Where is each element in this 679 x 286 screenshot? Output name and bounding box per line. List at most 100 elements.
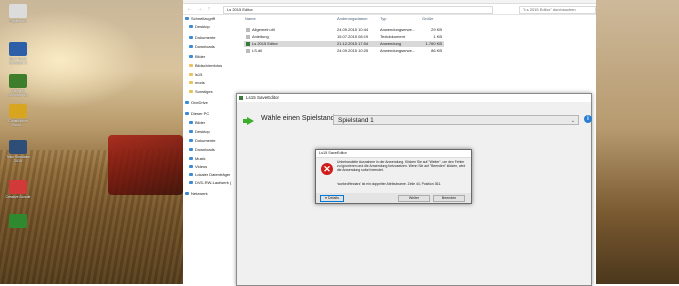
nav-item-pc-desktop[interactable]: Desktop xyxy=(189,129,210,134)
farming-sim-icon xyxy=(9,74,27,88)
desktop-icon-label: Euro Truck Simulator 2 xyxy=(9,57,27,65)
desktop-icon-label: Farming Simulator 15 xyxy=(8,89,28,97)
desktop-icon-recycle-bin[interactable]: Papierkorb xyxy=(4,4,32,23)
file-date: 24.09.2015 10:25 xyxy=(337,48,369,53)
info-icon[interactable]: i xyxy=(584,115,592,123)
file-type: Textdokument xyxy=(380,34,405,39)
file-name: Allgemein.dll xyxy=(252,27,275,32)
nav-item-pc-pictures[interactable]: Bilder xyxy=(189,120,205,125)
file-size: 1 KB xyxy=(433,34,442,39)
creative-bundle-icon xyxy=(9,180,27,194)
error-detail: 'workedHectars' ist ein doppelter Attrib… xyxy=(337,182,442,186)
nav-item-pc-downloads[interactable]: Downloads xyxy=(189,147,215,152)
desktop-icon xyxy=(189,25,193,29)
error-dialog: Ls15 SaveEditor ✕ Unbehandelte Ausnahme … xyxy=(315,149,472,204)
quit-button[interactable]: Beenden xyxy=(433,195,465,202)
nav-item-misc[interactable]: Sonstiges xyxy=(189,89,213,94)
column-header-type[interactable]: Typ xyxy=(380,16,386,21)
address-path[interactable]: Ls 2015 Editor xyxy=(223,6,493,14)
exe-file-icon xyxy=(246,42,250,46)
harvester-image xyxy=(108,135,183,195)
desktop-icon-creative-bundle[interactable]: Creative Bundle xyxy=(4,180,32,199)
folder-icon xyxy=(189,64,193,68)
file-name: Anleitung xyxy=(252,34,269,39)
nav-buttons[interactable]: ← → ↑ xyxy=(187,6,212,12)
euro-truck-icon xyxy=(9,42,27,56)
nav-item-onedrive[interactable]: OneDrive xyxy=(185,100,208,105)
file-row[interactable]: Anleitung 15.07.2015 08:19 Textdokument … xyxy=(244,34,444,40)
computer-icon xyxy=(185,112,189,116)
pictures-icon xyxy=(189,55,193,59)
music-icon xyxy=(189,157,193,161)
error-icon: ✕ xyxy=(321,163,333,175)
nav-item-downloads[interactable]: Downloads xyxy=(189,44,215,49)
desktop-icon-label: Train Simulator 2015 xyxy=(6,155,30,163)
search-input[interactable]: "Ls 2015 Editor" durchsuchen xyxy=(519,6,596,14)
green-arrow-icon xyxy=(247,117,254,125)
nav-item-music[interactable]: Musik xyxy=(189,156,205,161)
folder-icon xyxy=(189,73,193,77)
file-name: Ls 2015 Editor xyxy=(252,41,278,46)
desktop-icon-label: Creative Bundle xyxy=(5,195,31,199)
error-message: Unbehandelte Ausnahme in der Anwendung. … xyxy=(337,160,466,173)
cloud-icon xyxy=(185,101,189,105)
desktop-icon-app[interactable] xyxy=(4,214,32,229)
dll-file-icon xyxy=(246,49,250,53)
nav-item-videos[interactable]: Videos xyxy=(189,164,207,169)
app-icon xyxy=(239,96,243,100)
file-type: Anwendungserwe... xyxy=(380,48,416,53)
file-row[interactable]: LS.dll 24.09.2015 10:25 Anwendungserwe..… xyxy=(244,48,444,54)
nav-item-quick-access[interactable]: Schnellzugriff xyxy=(185,16,215,21)
nav-item-screenshots[interactable]: Bildschirmfotos xyxy=(189,63,222,68)
column-header-date[interactable]: Änderungsdatum xyxy=(337,16,367,21)
window-title-bar: Ls15 SaveEditor xyxy=(237,94,591,102)
desktop-icon-farming-sim[interactable]: Farming Simulator 15 xyxy=(4,74,32,97)
column-header-size[interactable]: Größe xyxy=(422,16,433,21)
file-date: 21.12.2015 17:04 xyxy=(337,41,369,46)
nav-item-mods[interactable]: mods xyxy=(189,80,205,85)
text-file-icon xyxy=(246,35,250,39)
wallpaper-right-strip xyxy=(596,0,679,284)
download-icon xyxy=(189,148,193,152)
desktop-icon-construction-sim[interactable]: Construction Simul... xyxy=(4,104,32,127)
dialog-title: Ls15 SaveEditor xyxy=(316,150,471,158)
file-name: LS.dll xyxy=(252,48,263,53)
savegame-row: Wähle einen Spielstand: Spielstand 1 ⌄ i xyxy=(243,114,592,128)
network-icon xyxy=(185,192,189,196)
savegame-selected-value: Spielstand 1 xyxy=(338,117,374,124)
file-type: Anwendung xyxy=(380,41,402,46)
nav-item-dvd-drive[interactable]: DVD-RW-Laufwerk ( xyxy=(189,180,231,185)
file-size: 1.760 KB xyxy=(425,41,442,46)
file-size: 86 KB xyxy=(431,48,442,53)
desktop-icon-label: Construction Simul... xyxy=(8,119,28,127)
app-icon xyxy=(9,214,27,228)
dll-file-icon xyxy=(246,28,250,32)
drive-icon xyxy=(189,173,193,177)
nav-item-documents[interactable]: Dokumente xyxy=(189,35,215,40)
details-button[interactable]: ▾ Details xyxy=(320,195,344,202)
folder-icon xyxy=(189,81,193,85)
nav-item-ls15[interactable]: ls15 xyxy=(189,72,202,77)
nav-item-local-disk[interactable]: Lokaler Datenträger xyxy=(189,172,230,177)
documents-icon xyxy=(189,139,193,143)
savegame-select[interactable]: Spielstand 1 ⌄ xyxy=(333,115,579,125)
desktop-icon-train-sim[interactable]: Train Simulator 2015 xyxy=(4,140,32,163)
chevron-down-icon: ⌄ xyxy=(570,118,575,124)
file-row-selected[interactable]: Ls 2015 Editor 21.12.2015 17:04 Anwendun… xyxy=(244,41,444,47)
column-header-name[interactable]: Name xyxy=(245,16,256,21)
train-sim-icon xyxy=(9,140,27,154)
desktop-icon-euro-truck[interactable]: Euro Truck Simulator 2 xyxy=(4,42,32,65)
nav-item-this-pc[interactable]: Dieser PC xyxy=(185,111,209,116)
pictures-icon xyxy=(189,121,193,125)
file-row[interactable]: Allgemein.dll 24.09.2015 10:44 Anwendung… xyxy=(244,27,444,33)
file-date: 15.07.2015 08:19 xyxy=(337,34,369,39)
desktop-icon xyxy=(189,130,193,134)
continue-button[interactable]: Weiter xyxy=(398,195,430,202)
address-bar-row: ← → ↑ Ls 2015 Editor "Ls 2015 Editor" du… xyxy=(183,4,596,15)
nav-item-pictures[interactable]: Bilder xyxy=(189,54,205,59)
nav-item-pc-documents[interactable]: Dokumente xyxy=(189,138,215,143)
nav-item-desktop[interactable]: Desktop xyxy=(189,24,210,29)
nav-item-network[interactable]: Netzwerk xyxy=(185,191,208,196)
file-date: 24.09.2015 10:44 xyxy=(337,27,369,32)
file-size: 29 KB xyxy=(431,27,442,32)
